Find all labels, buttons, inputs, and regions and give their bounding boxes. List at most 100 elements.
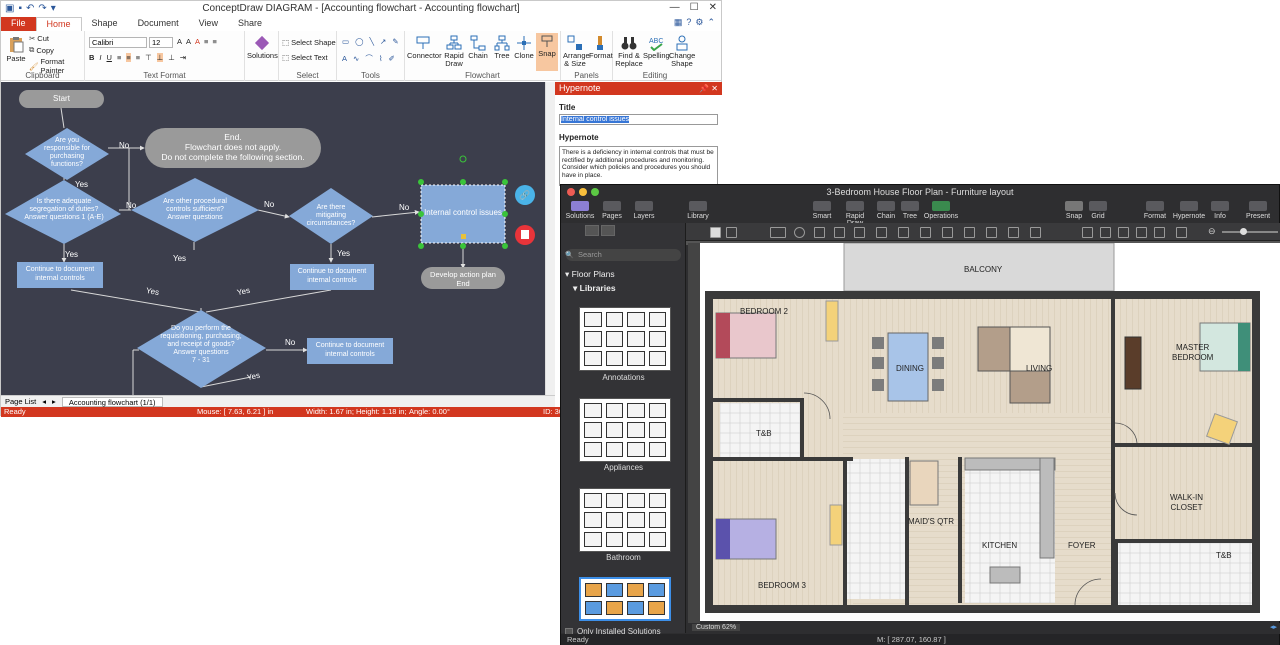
smart-button[interactable]: Smart <box>809 201 835 220</box>
close-window-icon[interactable] <box>567 188 575 196</box>
arrange-size-button[interactable]: Arrange & Size <box>563 35 590 68</box>
info-button[interactable]: Info <box>1209 201 1231 220</box>
desk-bedroom2[interactable] <box>825 300 839 342</box>
tb2-floor[interactable] <box>1118 541 1252 605</box>
rectangle-tool-icon[interactable]: ▭ <box>342 37 349 46</box>
curve-tool-icon[interactable]: ∿ <box>353 54 359 63</box>
pages-button[interactable]: Pages <box>597 201 627 220</box>
maids-bath-floor[interactable] <box>847 459 907 599</box>
rectangle-icon[interactable] <box>770 227 786 238</box>
operations-button[interactable]: Operations <box>923 201 959 220</box>
pen-icon[interactable] <box>942 227 953 238</box>
collapse-ribbon-icon[interactable]: ⌃ <box>707 17 715 28</box>
format-button[interactable]: Format <box>1141 201 1169 220</box>
arc-tool-icon[interactable]: ⌒ <box>365 53 373 64</box>
tab-home[interactable]: Home <box>35 17 82 31</box>
select-text-button[interactable]: ⬚ Select Text <box>282 53 328 62</box>
font-size-select[interactable]: 12 <box>149 37 173 48</box>
paste-button[interactable]: Paste <box>5 34 27 63</box>
search-input[interactable]: Search <box>566 249 681 261</box>
align-bottom-icon[interactable]: ⊥ <box>168 53 175 62</box>
next-page-icon[interactable]: ▸ <box>52 397 56 406</box>
text-icon[interactable] <box>814 227 825 238</box>
tab-shape[interactable]: Shape <box>82 17 128 31</box>
title-input[interactable]: Internal control issues <box>559 114 718 125</box>
crop-icon[interactable] <box>1176 227 1187 238</box>
bullets-icon[interactable]: ≡ <box>204 37 208 46</box>
text-select-tool-icon[interactable] <box>601 225 615 236</box>
italic-icon[interactable]: I <box>99 53 101 62</box>
dresser-master[interactable] <box>1124 336 1142 390</box>
zoom-out-icon[interactable]: ⊖ <box>1208 226 1216 237</box>
solutions-button[interactable]: Solutions <box>565 201 595 220</box>
help-icon[interactable]: ? <box>686 17 691 28</box>
bed-maids[interactable] <box>909 460 939 506</box>
kitchen-counter-side[interactable] <box>1039 457 1055 559</box>
text-tool-icon[interactable]: A <box>342 54 347 63</box>
solutions-button[interactable]: Solutions <box>247 35 278 60</box>
vertical-scrollbar[interactable] <box>545 82 555 395</box>
chain-button[interactable]: Chain <box>875 201 897 220</box>
tree-button[interactable]: Tree <box>491 35 513 60</box>
ellipse-tool-icon[interactable]: ◯ <box>355 37 363 46</box>
rotate-handle[interactable] <box>459 155 467 163</box>
smart-connector-icon[interactable] <box>986 227 997 238</box>
freehand-tool-icon[interactable]: ✐ <box>388 54 394 63</box>
present-button[interactable]: Present <box>1243 201 1273 220</box>
hand-icon[interactable] <box>1100 227 1111 238</box>
flowchart-canvas[interactable]: 🔗 Start End. Flowchart does not apply. D… <box>1 82 545 395</box>
libraries-item[interactable]: ▾ Libraries <box>573 283 616 294</box>
numbering-icon[interactable]: ≡ <box>212 37 216 46</box>
tab-share[interactable]: Share <box>228 17 272 31</box>
connector-button[interactable]: Connector <box>407 35 442 60</box>
snap-button[interactable]: Snap <box>1063 201 1085 220</box>
select-shape-button[interactable]: ⬚ Select Shape <box>282 38 336 47</box>
shrink-font-icon[interactable]: A <box>186 37 191 46</box>
maximize-icon[interactable]: ☐ <box>690 2 699 13</box>
indent-icon[interactable]: ⇥ <box>180 53 186 62</box>
curve-icon[interactable] <box>920 227 931 238</box>
layers-button[interactable]: Layers <box>629 201 659 220</box>
align-left-icon[interactable]: ≡ <box>117 53 121 62</box>
minimize-window-icon[interactable] <box>579 188 587 196</box>
line-tool-icon[interactable]: ╲ <box>370 37 375 46</box>
change-shape-button[interactable]: Change Shape <box>669 35 695 68</box>
text-color-icon[interactable]: A <box>195 37 200 46</box>
tab-view[interactable]: View <box>189 17 228 31</box>
kitchen-sink[interactable] <box>989 566 1021 584</box>
pointer-tool-icon[interactable] <box>585 225 599 236</box>
library-thumb-furniture[interactable] <box>579 577 671 621</box>
zoom-icon[interactable] <box>1082 227 1093 238</box>
align-center-icon[interactable]: ≡ <box>126 53 131 62</box>
page-nav-icon[interactable]: ◂▸ <box>1270 623 1277 631</box>
align-right-icon[interactable]: ≡ <box>136 53 140 62</box>
grid-button[interactable]: Grid <box>1087 201 1109 220</box>
zoom-slider[interactable] <box>1222 231 1278 233</box>
tree-button[interactable]: Tree <box>899 201 921 220</box>
align-top-icon[interactable]: ⊤ <box>145 53 152 62</box>
spelling-button[interactable]: ABC Spelling <box>643 35 670 60</box>
floor-plan-canvas[interactable]: BALCONY BEDROOM 2 DINING LIVING MASTER B… <box>700 243 1280 621</box>
grow-font-icon[interactable]: A <box>177 37 182 46</box>
align-middle-icon[interactable]: ⊥ <box>156 53 164 62</box>
control-handle[interactable] <box>461 234 466 239</box>
floor-plans-item[interactable]: ▾ Floor Plans <box>565 269 615 280</box>
cut-button[interactable]: ✂ Cut <box>29 34 49 43</box>
text-frame-icon[interactable] <box>834 227 845 238</box>
polyline-tool-icon[interactable]: ⌇ <box>379 54 383 63</box>
line-icon[interactable] <box>876 227 887 238</box>
callout-icon[interactable] <box>854 227 865 238</box>
page-tab[interactable]: Accounting flowchart (1/1) <box>61 396 163 407</box>
bezier-icon[interactable] <box>1030 227 1041 238</box>
desk-bedroom3[interactable] <box>829 504 843 546</box>
snap-button[interactable]: Snap <box>536 33 558 71</box>
zoom-slider-knob[interactable] <box>1240 228 1247 235</box>
zoom-window-icon[interactable] <box>591 188 599 196</box>
tab-file[interactable]: File <box>1 17 36 31</box>
zoom-select[interactable]: Custom 62% <box>692 624 741 631</box>
library-thumb-appliances[interactable] <box>579 398 671 462</box>
settings-icon[interactable]: ⚙ <box>695 17 703 28</box>
library-thumb-annotations[interactable] <box>579 307 671 371</box>
ellipse-icon[interactable] <box>794 227 805 238</box>
close-icon[interactable]: ✕ <box>709 2 717 13</box>
